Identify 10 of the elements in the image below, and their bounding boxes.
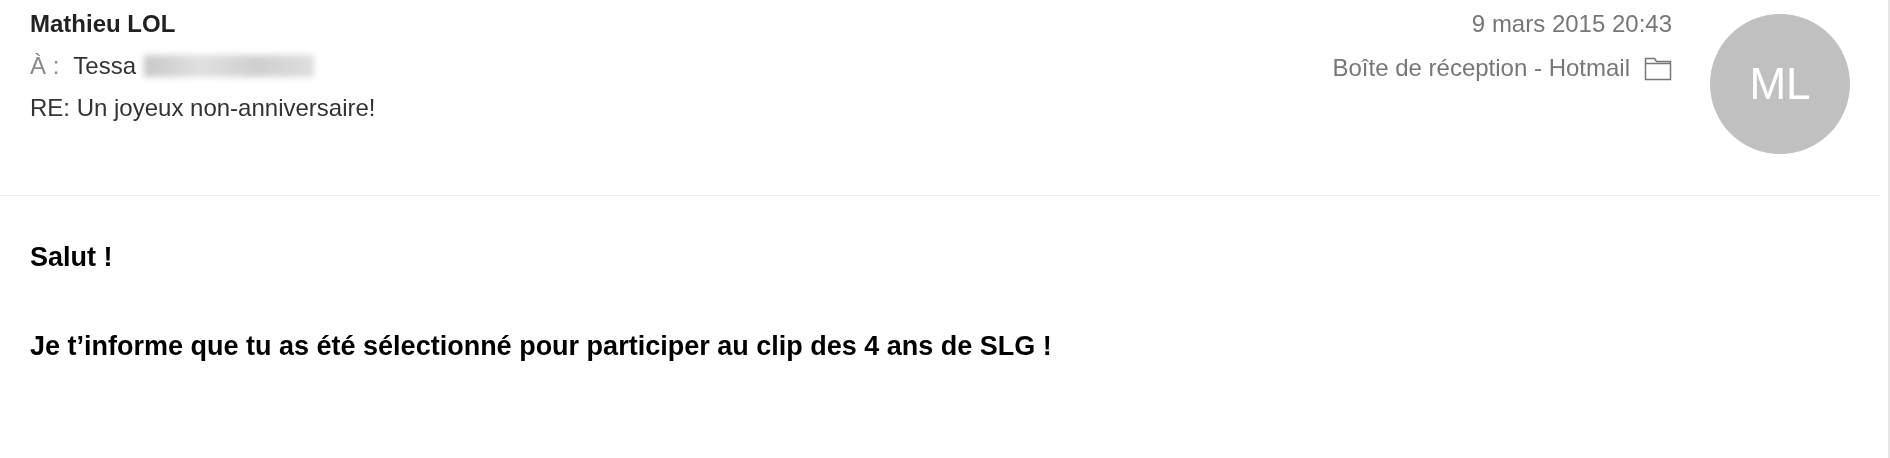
recipient-label: À : [30,52,60,80]
avatar: ML [1710,14,1850,154]
sender-name: Mathieu LOL [30,10,177,38]
message-paragraph: Je t’informe que tu as été sélectionné pour participer au clip des 4 ans de SLG ! [30,331,1053,362]
mailbox-name: Boîte de réception - Hotmail [1332,54,1630,82]
email-subject: RE: Un joyeux non-anniversaire! [30,94,376,122]
folder-icon [1644,55,1672,81]
recipient-name: Tessa [73,52,137,80]
email-date: 9 mars 2015 20:43 [1471,10,1672,38]
message-paragraph: Salut ! [30,242,114,273]
